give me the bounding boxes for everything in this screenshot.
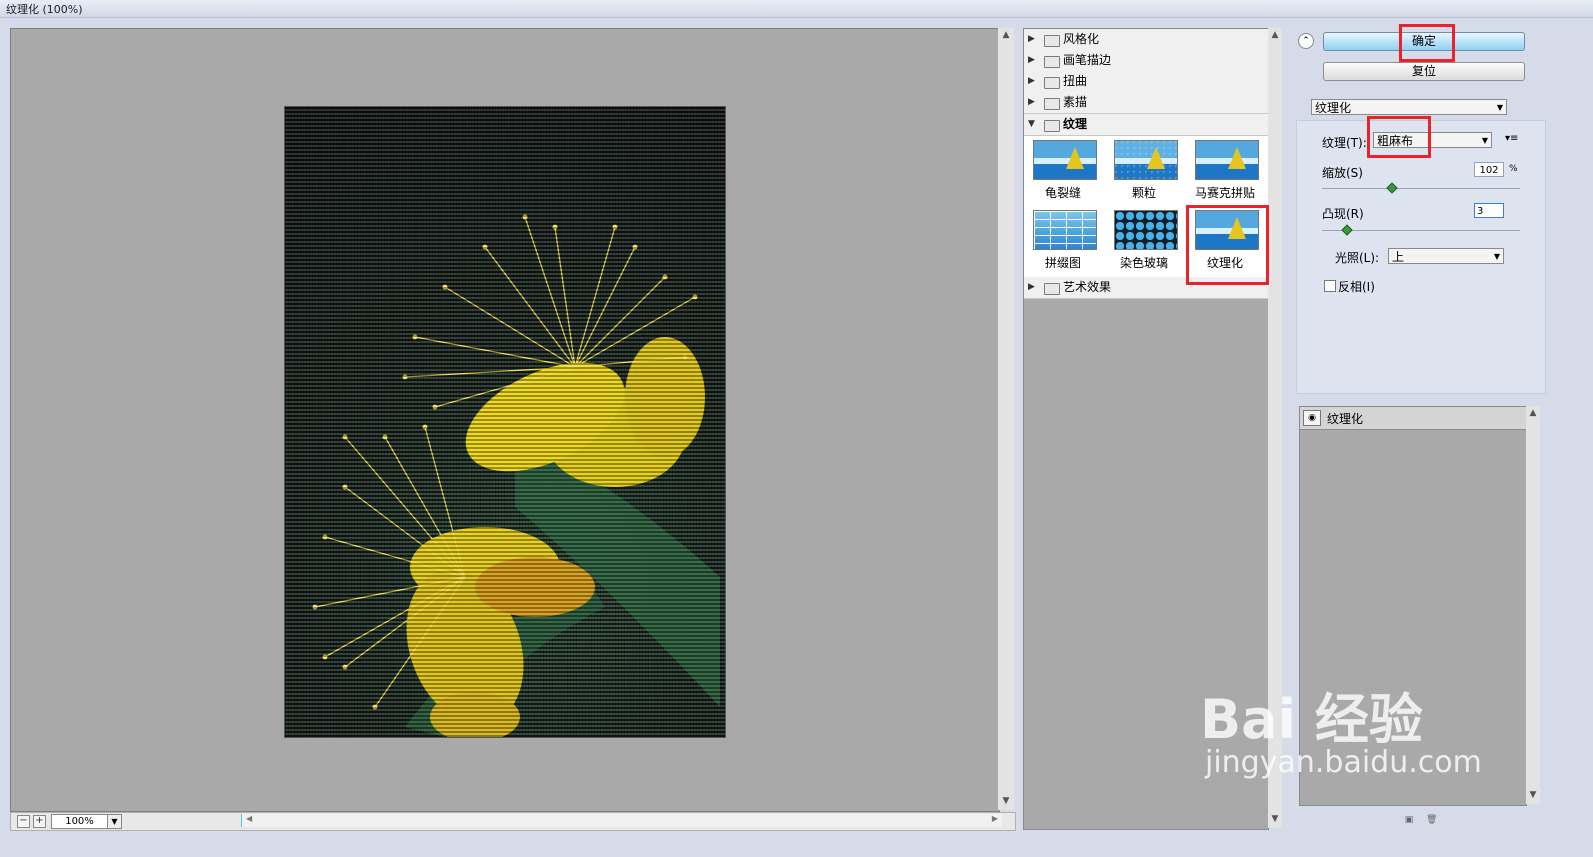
- expand-arrow-icon[interactable]: ▶: [1028, 29, 1035, 50]
- reset-button[interactable]: 复位: [1323, 62, 1525, 81]
- folder-icon: [1044, 56, 1060, 68]
- light-label: 光照(L):: [1335, 251, 1380, 265]
- filter-thumb-label: 拼缀图: [1044, 256, 1081, 270]
- filter-preview-image: [1033, 140, 1097, 180]
- chevron-down-icon: ▼: [1493, 252, 1500, 261]
- collapse-arrow-icon[interactable]: ▼: [1028, 114, 1035, 135]
- scale-label: 缩放(S): [1322, 166, 1363, 180]
- scroll-up-icon[interactable]: ▲: [1526, 408, 1540, 418]
- category-sketch[interactable]: ▶ 素描: [1024, 92, 1268, 114]
- scroll-up-icon[interactable]: ▲: [1268, 30, 1282, 40]
- scroll-down-icon[interactable]: ▼: [1526, 790, 1540, 800]
- scale-slider-track[interactable]: [1322, 188, 1520, 189]
- relief-input[interactable]: 3: [1474, 203, 1504, 218]
- expand-arrow-icon[interactable]: ▶: [1028, 50, 1035, 71]
- filter-thumb-craquelure[interactable]: 龟裂缝: [1026, 138, 1100, 208]
- preview-canvas[interactable]: [10, 28, 1000, 812]
- light-select-value: 上: [1392, 250, 1405, 264]
- category-label: 画笔描边: [1063, 53, 1112, 67]
- category-label: 素描: [1063, 95, 1088, 109]
- new-effect-layer-icon[interactable]: ▣: [1404, 815, 1414, 825]
- light-select[interactable]: 上 ▼: [1388, 248, 1504, 264]
- effect-layer-row[interactable]: ◉ 纹理化: [1300, 407, 1526, 430]
- effect-layer-name: 纹理化: [1327, 412, 1364, 426]
- category-distort[interactable]: ▶ 扭曲: [1024, 71, 1268, 93]
- category-texture[interactable]: ▼ 纹理: [1024, 114, 1268, 136]
- preview-vertical-scrollbar[interactable]: ▲ ▼: [998, 28, 1014, 810]
- scale-unit: %: [1509, 164, 1518, 174]
- preview-zoom-bar: − + 100% ▼ ◀ ▶: [10, 812, 1016, 831]
- scroll-right-icon[interactable]: ▶: [992, 814, 998, 823]
- filter-thumb-label: 马赛克拼贴: [1194, 186, 1255, 200]
- expand-arrow-icon[interactable]: ▶: [1028, 92, 1035, 113]
- filter-thumb-grain[interactable]: 颗粒: [1107, 138, 1181, 208]
- chevron-down-icon: ▼: [1481, 136, 1488, 145]
- filter-select-value: 纹理化: [1315, 101, 1352, 115]
- filter-thumb-stained-glass[interactable]: 染色玻璃: [1107, 208, 1181, 278]
- highlight-box-ok: [1399, 24, 1455, 62]
- relief-slider-knob[interactable]: [1341, 224, 1353, 236]
- zoom-in-button[interactable]: +: [33, 815, 46, 828]
- filter-thumb-label: 龟裂缝: [1044, 186, 1081, 200]
- baidu-watermark: Bai 经验 jingyan.baidu.com: [1200, 675, 1482, 780]
- invert-label: 反相(I): [1338, 280, 1375, 294]
- texture-label: 纹理(T):: [1322, 136, 1367, 150]
- layers-scrollbar[interactable]: ▲ ▼: [1526, 406, 1540, 804]
- filter-preview-image: [1033, 210, 1097, 250]
- scale-slider-knob[interactable]: [1386, 182, 1398, 194]
- scroll-down-icon[interactable]: ▼: [998, 796, 1014, 806]
- category-label: 风格化: [1063, 32, 1100, 46]
- filter-settings-panel: 纹理(T): 粗麻布 ▼ ▾≡ 缩放(S) 102 % 凸现(R) 3 光照(L…: [1296, 120, 1546, 394]
- highlight-box-texture: [1367, 116, 1431, 158]
- collapse-gallery-icon[interactable]: ⌃: [1298, 33, 1314, 49]
- category-stylize[interactable]: ▶ 风格化: [1024, 29, 1268, 51]
- folder-icon: [1044, 283, 1060, 295]
- category-brush-strokes[interactable]: ▶ 画笔描边: [1024, 50, 1268, 72]
- relief-label: 凸现(R): [1322, 207, 1364, 221]
- preview-horizontal-scrollbar[interactable]: ◀ ▶: [241, 814, 1002, 827]
- category-label: 纹理: [1063, 117, 1088, 131]
- filter-thumb-patchwork[interactable]: 拼缀图: [1026, 208, 1100, 278]
- invert-checkbox[interactable]: [1324, 280, 1336, 292]
- scale-input[interactable]: 102: [1474, 162, 1504, 177]
- category-label: 扭曲: [1063, 74, 1088, 88]
- watermark-url: jingyan.baidu.com: [1205, 745, 1482, 780]
- folder-icon: [1044, 120, 1060, 132]
- folder-icon: [1044, 35, 1060, 47]
- flower-illustration: [285, 107, 725, 737]
- filter-thumb-label: 染色玻璃: [1119, 256, 1168, 270]
- watermark-brand: Bai 经验: [1200, 688, 1423, 751]
- filter-preview-image: [1114, 140, 1178, 180]
- folder-icon: [1044, 77, 1060, 89]
- filter-preview-image: [1195, 140, 1259, 180]
- window-title: 纹理化 (100%): [6, 3, 83, 16]
- zoom-dropdown-icon[interactable]: ▼: [107, 814, 122, 829]
- title-bar: 纹理化 (100%): [0, 0, 1593, 18]
- scroll-up-icon[interactable]: ▲: [998, 30, 1014, 40]
- filter-preview-image: [1114, 210, 1178, 250]
- chevron-down-icon: ▼: [1496, 103, 1503, 112]
- filter-thumb-label: 颗粒: [1131, 186, 1156, 200]
- expand-arrow-icon[interactable]: ▶: [1028, 71, 1035, 92]
- trash-icon[interactable]: 🗑: [1426, 815, 1437, 825]
- category-label: 艺术效果: [1063, 280, 1112, 294]
- scroll-down-icon[interactable]: ▼: [1268, 814, 1282, 824]
- zoom-level-field[interactable]: 100%: [51, 814, 108, 829]
- highlight-box-texturizer: [1186, 205, 1269, 285]
- scroll-left-icon[interactable]: ◀: [246, 814, 252, 823]
- filter-select[interactable]: 纹理化 ▼: [1311, 99, 1507, 115]
- texture-menu-icon[interactable]: ▾≡: [1505, 133, 1518, 144]
- eye-icon[interactable]: ◉: [1303, 410, 1321, 426]
- folder-icon: [1044, 98, 1060, 110]
- filter-thumb-mosaic-tiles[interactable]: 马赛克拼贴: [1188, 138, 1262, 208]
- expand-arrow-icon[interactable]: ▶: [1028, 277, 1035, 298]
- preview-image: [284, 106, 726, 738]
- zoom-out-button[interactable]: −: [17, 815, 30, 828]
